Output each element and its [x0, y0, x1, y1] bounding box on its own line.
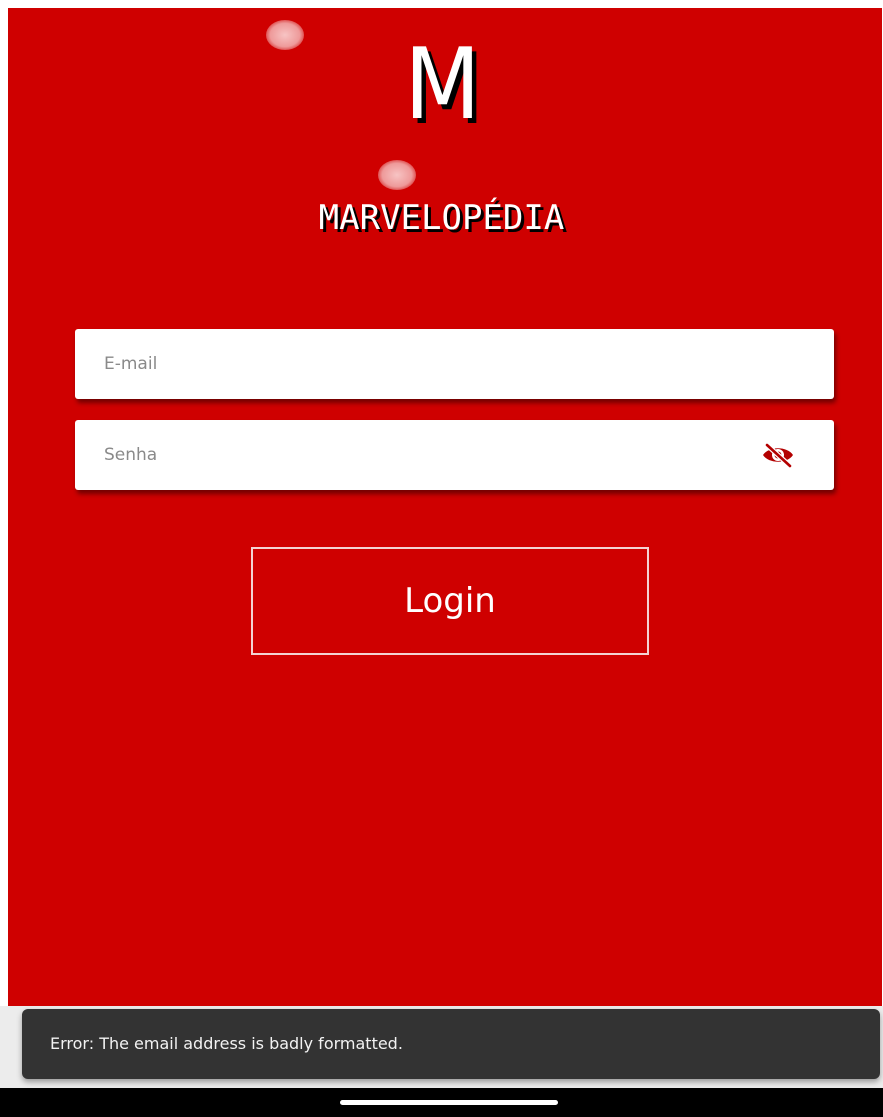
- eye-off-icon[interactable]: [761, 442, 795, 468]
- email-field[interactable]: [104, 329, 744, 399]
- logo-letter: M: [404, 28, 481, 142]
- login-button[interactable]: Login: [251, 547, 649, 655]
- error-snackbar: Error: The email address is badly format…: [22, 1009, 880, 1079]
- app-background: [8, 8, 882, 1006]
- app-logo: M: [45, 30, 840, 140]
- password-field-container: [75, 420, 834, 490]
- password-field[interactable]: [104, 420, 744, 490]
- system-nav-bar: [0, 1088, 883, 1117]
- snackbar-message: Error: The email address is badly format…: [50, 1034, 403, 1053]
- email-field-container: [75, 329, 834, 399]
- touch-indicator: [378, 160, 416, 190]
- login-screen: M MARVELOPÉDIA Login Error: The email ad…: [0, 0, 883, 1117]
- home-indicator[interactable]: [340, 1100, 558, 1105]
- app-title: MARVELOPÉDIA: [318, 198, 565, 238]
